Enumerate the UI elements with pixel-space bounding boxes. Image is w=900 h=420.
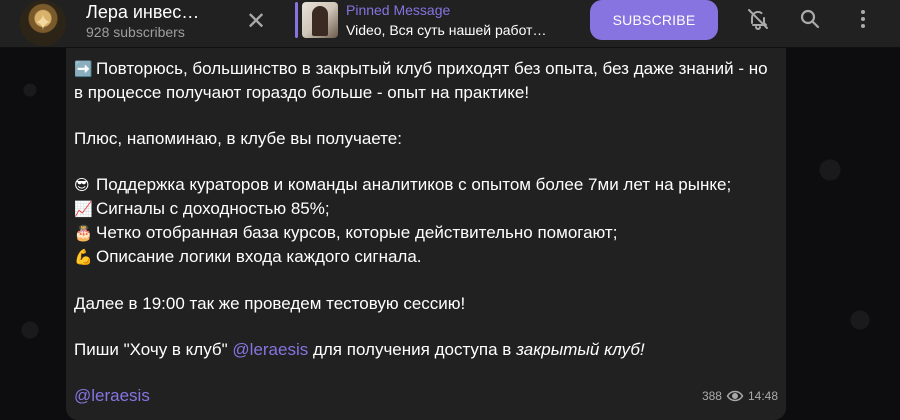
signature-mention-link[interactable]: @leraesis: [74, 386, 150, 405]
search-icon: [800, 9, 820, 29]
channel-avatar[interactable]: ✦: [20, 0, 66, 46]
bell-off-icon: [748, 9, 768, 30]
search-button[interactable]: [795, 4, 825, 34]
close-pinned-button[interactable]: ✕: [241, 6, 271, 36]
channel-title[interactable]: Лера инвес…: [86, 2, 199, 23]
message-text: ➡️ Повторюсь, большинство в закрытый клуб…: [74, 57, 780, 407]
view-count: 388: [701, 389, 722, 403]
close-icon: ✕: [245, 7, 267, 35]
more-menu-button[interactable]: [848, 4, 878, 34]
pinned-accent-bar: [295, 2, 298, 38]
message-paragraph-2: Плюс, напоминаю, в клубе вы получаете:: [74, 129, 402, 148]
message-meta: 388 14:48: [702, 389, 778, 403]
subscriber-count: 928 subscribers: [86, 24, 185, 40]
mention-link[interactable]: @leraesis: [232, 340, 308, 359]
paragraph-4-middle: для получения доступа в: [308, 340, 517, 359]
bullet-text: Поддержка кураторов и команды аналитиков…: [96, 175, 732, 194]
mute-button[interactable]: [743, 4, 773, 34]
message-paragraph-4: Пиши "Хочу в клуб" @leraesis для получен…: [74, 338, 780, 361]
signature-line: @leraesis: [74, 384, 780, 407]
more-vertical-icon: [861, 10, 865, 28]
bullet-text: Сигналы с доходностью 85%;: [96, 199, 330, 218]
cake-emoji-icon: 🎂: [74, 225, 93, 242]
message-time: 14:48: [747, 389, 778, 403]
bullet-item: 📈 Сигналы с доходностью 85%;: [74, 197, 780, 221]
bullet-text: Четко отобранная база курсов, которые де…: [96, 223, 618, 242]
paragraph-4-italic: закрытый клуб!: [516, 340, 645, 359]
bullet-item: 🎂 Четко отобранная база курсов, которые д…: [74, 221, 780, 245]
paragraph-1-text: Повторюсь, большинство в закрытый клуб п…: [74, 59, 768, 102]
chart-up-emoji-icon: 📈: [74, 201, 93, 218]
bullet-item: 😎 Поддержка кураторов и команды аналитико…: [74, 173, 780, 197]
pinned-preview-text[interactable]: Video, Вся суть нашей работ…: [346, 22, 568, 38]
message-paragraph-1: ➡️ Повторюсь, большинство в закрытый клуб…: [74, 57, 780, 104]
bullet-item: 💪 Описание логики входа каждого сигнала.: [74, 245, 780, 269]
channel-header: ✦ Лера инвес… 928 subscribers ✕ Pinned M…: [0, 0, 900, 48]
paragraph-4-prefix: Пиши "Хочу в клуб": [74, 340, 233, 359]
message-bubble[interactable]: ➡️ Повторюсь, большинство в закрытый клуб…: [66, 48, 786, 420]
eye-icon: [726, 390, 744, 402]
flexed-biceps-emoji-icon: 💪: [74, 249, 93, 266]
avatar-figure-icon: ✦: [33, 10, 53, 35]
message-paragraph-3: Далее в 19:00 так же проведем тестовую с…: [74, 294, 466, 313]
bullet-text: Описание логики входа каждого сигнала.: [96, 247, 422, 266]
arrow-right-emoji-icon: ➡️: [74, 61, 93, 78]
pinned-thumbnail[interactable]: [302, 2, 338, 38]
pinned-label[interactable]: Pinned Message: [346, 2, 450, 18]
sunglasses-emoji-icon: 😎: [74, 177, 90, 194]
pinned-thumbnail-figure: [312, 6, 328, 36]
subscribe-button[interactable]: SUBSCRIBE: [590, 0, 718, 40]
